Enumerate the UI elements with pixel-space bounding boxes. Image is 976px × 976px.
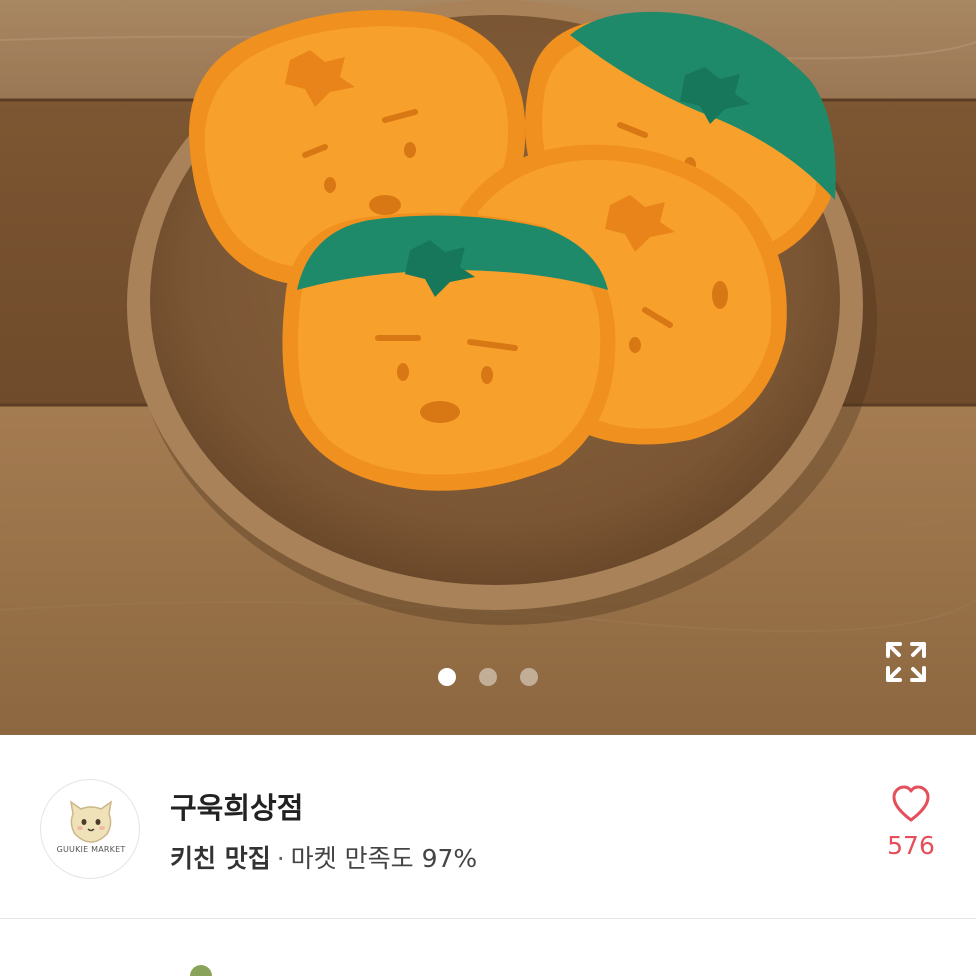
product-photo (0, 0, 976, 735)
shop-name[interactable]: 구욱희상점 (170, 785, 303, 827)
seller-info: GUUKIE MARKET 구욱희상점 키친 맛집 · 마켓 만족도 97% 576 (0, 735, 976, 918)
market-satisfaction: 마켓 만족도 97% (290, 844, 478, 873)
next-section-icon (190, 965, 212, 976)
seller-avatar[interactable]: GUUKIE MARKET (40, 779, 140, 879)
shop-logo-icon (69, 800, 113, 843)
avatar-caption: GUUKIE MARKET (56, 845, 126, 854)
like-count: 576 (887, 831, 935, 860)
heart-outline-icon (892, 785, 930, 822)
carousel-dot-3[interactable] (520, 668, 538, 686)
shop-meta: 키친 맛집 · 마켓 만족도 97% (170, 839, 477, 875)
carousel-indicator (0, 668, 976, 690)
shop-badge: 키친 맛집 (170, 844, 271, 873)
like-button[interactable]: 576 (880, 785, 942, 860)
carousel-dot-2[interactable] (479, 668, 497, 686)
carousel-dot-1[interactable] (438, 668, 456, 686)
product-image[interactable] (0, 0, 976, 735)
meta-separator: · (276, 844, 285, 873)
section-divider (0, 918, 976, 919)
